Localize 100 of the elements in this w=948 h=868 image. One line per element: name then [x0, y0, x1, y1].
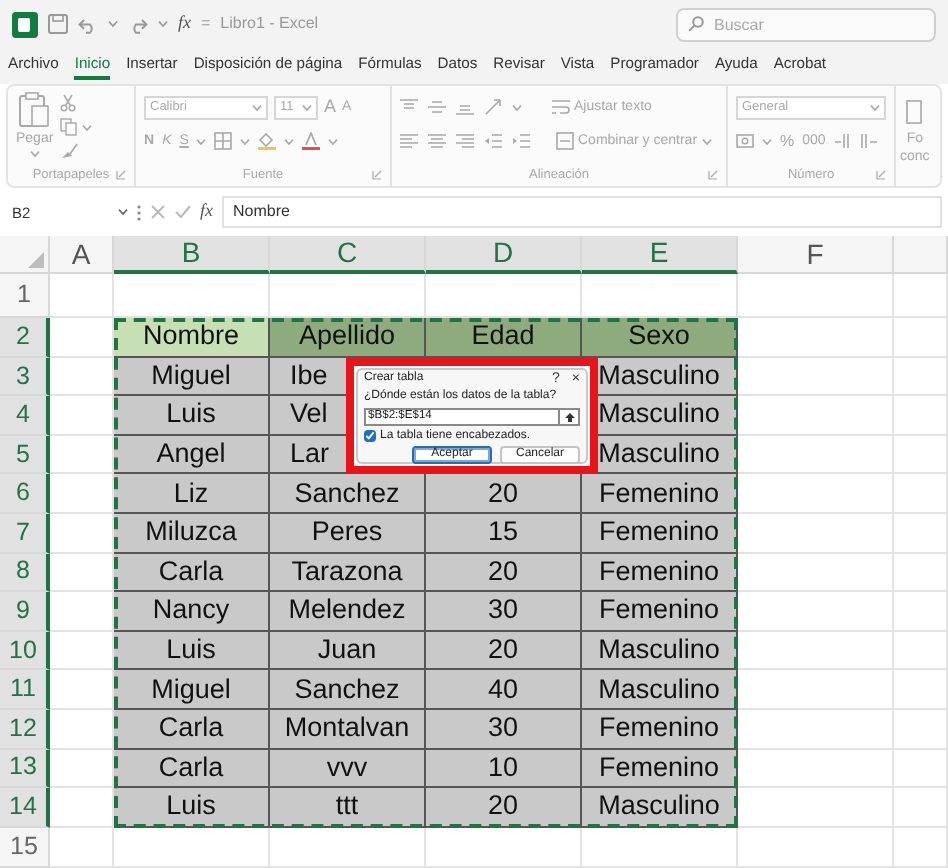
worksheet-cell[interactable] — [894, 749, 948, 789]
caret-icon — [302, 103, 312, 111]
table-cell: Femenino — [582, 749, 738, 789]
worksheet-cell[interactable] — [894, 513, 948, 554]
row-header[interactable]: 3 — [0, 357, 50, 397]
worksheet-cell[interactable] — [738, 749, 894, 789]
table-cell: Masculino — [582, 670, 738, 710]
worksheet-cell[interactable] — [738, 592, 894, 632]
row-header[interactable]: 1 — [0, 274, 50, 318]
redo-icon[interactable] — [128, 15, 148, 33]
row-header[interactable]: 11 — [0, 670, 50, 710]
row-header[interactable]: 4 — [0, 396, 50, 436]
worksheet-cell[interactable] — [114, 827, 270, 868]
worksheet-cell[interactable] — [738, 553, 894, 593]
wrap-text-icon — [552, 98, 570, 116]
quick-access-button[interactable]: = — [201, 12, 211, 36]
worksheet-cell[interactable] — [738, 670, 894, 710]
row-header[interactable]: 2 — [0, 318, 50, 358]
table-cell: Carla — [114, 553, 270, 593]
column-header[interactable]: A — [50, 236, 114, 274]
row-header[interactable]: 12 — [0, 709, 50, 750]
worksheet-cell[interactable] — [738, 396, 894, 436]
select-all-icon[interactable] — [28, 252, 44, 268]
worksheet-cell[interactable] — [50, 827, 114, 868]
worksheet-cell[interactable] — [582, 827, 738, 868]
formula-field[interactable]: Nombre — [221, 196, 942, 228]
column-header[interactable]: D — [426, 236, 582, 274]
worksheet-cell[interactable] — [894, 631, 948, 671]
worksheet-cell[interactable] — [894, 788, 948, 828]
worksheet-cell[interactable] — [738, 474, 894, 514]
table-cell: 10 — [426, 749, 582, 789]
worksheet-cell[interactable] — [738, 513, 894, 554]
worksheet-cell[interactable] — [894, 474, 948, 514]
search-field[interactable]: Buscar — [676, 7, 936, 41]
table-header-cell[interactable]: Apellido — [270, 318, 426, 358]
row-header[interactable]: 13 — [0, 749, 50, 789]
worksheet-cell[interactable] — [50, 274, 114, 318]
worksheet-cell[interactable] — [894, 274, 948, 318]
table-cell: Masculino — [582, 788, 738, 828]
caret-icon — [512, 103, 522, 111]
row-header[interactable]: 14 — [0, 788, 50, 828]
table-cell-text: Vel — [290, 396, 328, 433]
worksheet-cell[interactable] — [894, 709, 948, 750]
caret-icon — [328, 137, 339, 145]
column-header[interactable] — [894, 236, 948, 274]
column-header[interactable]: B — [114, 236, 270, 274]
row-header[interactable]: 10 — [0, 631, 50, 671]
caret-icon — [252, 103, 262, 111]
row-header[interactable]: 15 — [0, 827, 50, 868]
table-cell: Masculino — [582, 631, 738, 671]
worksheet-cell[interactable] — [894, 827, 948, 868]
undo-icon[interactable] — [78, 15, 98, 33]
table-header-cell[interactable]: Sexo — [582, 318, 738, 358]
table-cell: 30 — [426, 709, 582, 750]
worksheet-cell[interactable] — [894, 435, 948, 475]
column-header[interactable]: C — [270, 236, 426, 274]
worksheet-cell[interactable] — [894, 670, 948, 710]
table-cell: Luis — [114, 396, 270, 436]
save-icon[interactable] — [48, 14, 68, 34]
table-cell: Luis — [114, 788, 270, 828]
worksheet-cell[interactable] — [738, 274, 894, 318]
row-header[interactable]: 9 — [0, 592, 50, 632]
row-header[interactable]: 6 — [0, 474, 50, 514]
search-icon — [688, 16, 704, 32]
worksheet-cell[interactable] — [894, 592, 948, 632]
collapse-button[interactable] — [558, 408, 580, 426]
worksheet-cell[interactable] — [738, 827, 894, 868]
table-header-cell[interactable]: Edad — [426, 318, 582, 358]
worksheet-cell[interactable] — [738, 435, 894, 475]
worksheet-cell[interactable] — [738, 788, 894, 828]
column-header[interactable]: F — [738, 236, 894, 274]
headers-checkbox[interactable] — [364, 430, 376, 442]
row-header[interactable]: 5 — [0, 435, 50, 475]
table-cell: vvv — [270, 749, 426, 789]
table-header-cell[interactable]: Nombre — [114, 318, 270, 358]
worksheet-cell[interactable] — [738, 631, 894, 671]
cancel-icon[interactable] — [150, 204, 166, 220]
worksheet-cell[interactable] — [738, 318, 894, 358]
worksheet-cell[interactable] — [894, 357, 948, 397]
worksheet-cell[interactable] — [894, 553, 948, 593]
worksheet-cell[interactable] — [894, 396, 948, 436]
worksheet-cell[interactable] — [738, 357, 894, 397]
table-cell: 20 — [426, 474, 582, 514]
table-cell: 30 — [426, 592, 582, 632]
table-cell: Luis — [114, 631, 270, 671]
worksheet-cell[interactable] — [270, 827, 426, 868]
worksheet-cell[interactable] — [738, 709, 894, 750]
more-options-icon[interactable] — [136, 203, 142, 221]
row-header[interactable]: 8 — [0, 553, 50, 593]
column-header[interactable]: E — [582, 236, 738, 274]
table-cell: 40 — [426, 670, 582, 710]
worksheet-cell[interactable] — [894, 318, 948, 358]
check-icon[interactable] — [174, 204, 192, 220]
table-cell: Sanchez — [270, 670, 426, 710]
insert-function-button[interactable]: fx — [200, 198, 213, 226]
quick-access-button[interactable]: fx — [178, 10, 191, 38]
row-header[interactable]: 7 — [0, 513, 50, 554]
worksheet-cell[interactable] — [426, 827, 582, 868]
table-cell: Juan — [270, 631, 426, 671]
caret-icon — [158, 20, 168, 28]
